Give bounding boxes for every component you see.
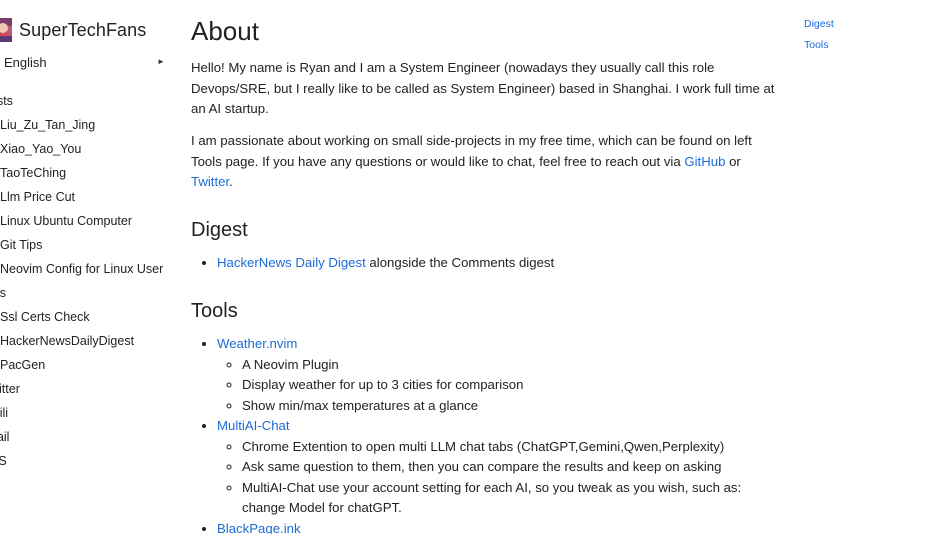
list-item: Ask same question to them, then you can … [242, 457, 777, 478]
sidebar-link-twitter[interactable]: witter [0, 380, 153, 404]
site-brand[interactable]: SuperTechFans [0, 18, 146, 42]
list-item: Show min/max temperatures at a glance [242, 396, 777, 417]
list-item: HackerNews Daily Digest alongside the Co… [217, 253, 777, 274]
twitter-link[interactable]: Twitter [191, 174, 229, 189]
list-item: MultiAI-Chat Chrome Extention to open mu… [217, 416, 777, 519]
tools-heading: Tools [191, 300, 238, 322]
multiai-chat-link[interactable]: MultiAI-Chat [217, 418, 290, 433]
sidebar-nav: osts Liu_Zu_Tan_Jing Xiao_Yao_You TaoTeC… [0, 92, 163, 476]
sidebar-item[interactable]: Linux Ubuntu Computer [0, 212, 163, 236]
language-selector[interactable]: English ► [0, 54, 168, 72]
list-item: A Neovim Plugin [242, 355, 777, 376]
digest-list: HackerNews Daily Digest alongside the Co… [191, 253, 777, 274]
tools-list: Weather.nvim A Neovim Plugin Display wea… [191, 334, 777, 534]
sidebar-item[interactable]: Ssl Certs Check [0, 308, 163, 332]
digest-heading: Digest [191, 219, 248, 241]
list-item: Chrome Extention to open multi LLM chat … [242, 437, 777, 458]
toc-item-tools[interactable]: Tools [804, 39, 829, 51]
sidebar-item[interactable]: Git Tips [0, 236, 163, 260]
sidebar-link-email[interactable]: nail [0, 428, 153, 452]
intro-paragraph-2: I am passionate about working on small s… [191, 131, 779, 193]
sidebar-link-bilibili[interactable]: ibili [0, 404, 153, 428]
intro-paragraph-1: Hello! My name is Ryan and I am a System… [191, 60, 775, 116]
page-title: About [191, 16, 259, 46]
sidebar-item[interactable]: Neovim Config for Linux User [0, 260, 163, 284]
sidebar: SuperTechFans English ► osts Liu_Zu_Tan_… [0, 0, 170, 534]
sidebar-item[interactable]: HackerNewsDailyDigest [0, 332, 163, 356]
intro-text-end: . [229, 174, 233, 189]
sidebar-section-tools[interactable]: ols [0, 284, 153, 308]
tool-details: Chrome Extention to open multi LLM chat … [217, 437, 777, 519]
sidebar-item[interactable]: Llm Price Cut [0, 188, 163, 212]
tool-details: A Neovim Plugin Display weather for up t… [217, 355, 777, 417]
list-item: Weather.nvim A Neovim Plugin Display wea… [217, 334, 777, 416]
page: SuperTechFans English ► osts Liu_Zu_Tan_… [0, 0, 950, 534]
main-content: About Hello! My name is Ryan and I am a … [191, 0, 781, 534]
hackernews-digest-link[interactable]: HackerNews Daily Digest [217, 255, 366, 270]
weather-nvim-link[interactable]: Weather.nvim [217, 336, 297, 351]
sidebar-section-posts[interactable]: osts [0, 92, 153, 116]
blackpage-ink-link[interactable]: BlackPage.ink [217, 521, 301, 534]
sidebar-link-rss[interactable]: SS [0, 452, 153, 476]
list-item: Display weather for up to 3 cities for c… [242, 375, 777, 396]
list-item: BlackPage.ink [217, 519, 777, 534]
site-name: SuperTechFans [19, 19, 147, 40]
sidebar-item[interactable]: PacGen [0, 356, 163, 380]
list-item: MultiAI-Chat use your account setting fo… [242, 478, 777, 519]
sidebar-item[interactable]: TaoTeChing [0, 164, 163, 188]
site-logo-icon [0, 18, 12, 42]
digest-description: alongside the Comments digest [365, 255, 555, 270]
caret-right-icon: ► [157, 57, 165, 66]
sidebar-item[interactable]: Xiao_Yao_You [0, 140, 163, 164]
sidebar-item[interactable]: Liu_Zu_Tan_Jing [0, 116, 163, 140]
intro-text-joiner: or [725, 153, 741, 169]
language-label: English [4, 55, 47, 70]
intro-text: I am passionate about working on small s… [191, 133, 752, 169]
toc-item-digest[interactable]: Digest [804, 18, 834, 30]
table-of-contents: Digest Tools [804, 14, 834, 55]
github-link[interactable]: GitHub [684, 154, 725, 169]
